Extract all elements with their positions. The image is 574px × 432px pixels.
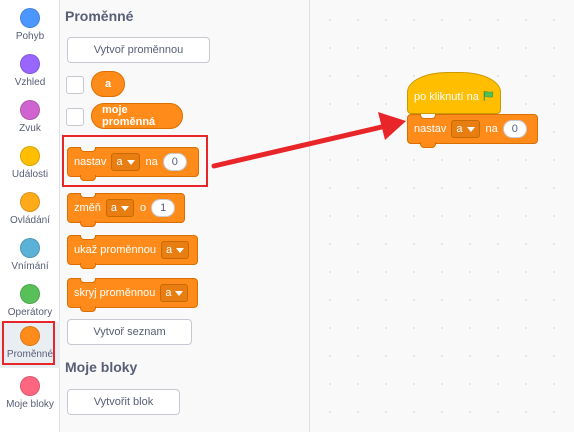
workspace-set-variable-block[interactable]: nastav a na 0 — [407, 114, 538, 148]
category-motion[interactable]: Pohyb — [0, 4, 60, 50]
category-label: Moje bloky — [6, 399, 54, 410]
category-sidebar: Pohyb Vzhled Zvuk Události Ovládání Vním… — [0, 0, 60, 432]
dropdown-value: a — [110, 202, 118, 214]
block-label: na — [485, 123, 498, 135]
block-label: o — [140, 202, 147, 214]
block-palette: Proměnné Vytvoř proměnnou a moje proměnn… — [60, 0, 310, 432]
create-block-button[interactable]: Vytvořit blok — [67, 389, 180, 415]
variable-a-checkbox[interactable] — [66, 76, 84, 94]
category-label: Události — [11, 169, 49, 180]
caret-down-icon — [175, 290, 184, 296]
variable-moje-checkbox[interactable] — [66, 108, 84, 126]
block-label: změň — [74, 202, 101, 214]
variable-moje-reporter[interactable]: moje proměnná — [91, 103, 183, 129]
set-block-highlight — [62, 135, 208, 187]
section-title-variables: Proměnné — [65, 8, 134, 24]
dropdown-value: a — [456, 123, 463, 135]
variable-a-reporter[interactable]: a — [91, 71, 125, 97]
block-label: nastav — [414, 123, 447, 135]
value-input[interactable]: 1 — [151, 199, 176, 217]
change-variable-block[interactable]: změň a o 1 — [67, 193, 185, 227]
green-flag-icon — [483, 91, 493, 101]
variable-dropdown[interactable]: a — [160, 241, 190, 259]
caret-down-icon — [121, 205, 130, 211]
operators-color-icon — [20, 284, 40, 304]
caret-down-icon — [176, 247, 185, 253]
block-label: po kliknutí na — [414, 91, 479, 103]
looks-color-icon — [20, 54, 40, 74]
category-looks[interactable]: Vzhled — [0, 50, 60, 96]
block-label: ukaž proměnnou — [74, 244, 156, 256]
variable-dropdown[interactable]: a — [105, 199, 135, 217]
my-blocks-color-icon — [20, 376, 40, 396]
category-label: Pohyb — [15, 31, 45, 42]
category-my-blocks[interactable]: Moje bloky — [0, 372, 60, 418]
dropdown-value: a — [165, 287, 172, 299]
code-workspace[interactable] — [310, 0, 574, 432]
hide-variable-block[interactable]: skryj proměnnou a — [67, 278, 198, 312]
drag-arrow — [211, 112, 406, 169]
when-flag-clicked-block[interactable]: po kliknutí na — [407, 72, 501, 114]
section-title-my-blocks: Moje bloky — [65, 359, 138, 375]
sound-color-icon — [20, 100, 40, 120]
control-color-icon — [20, 192, 40, 212]
category-label: Ovládání — [9, 215, 51, 226]
motion-color-icon — [20, 8, 40, 28]
create-variable-button[interactable]: Vytvoř proměnnou — [67, 37, 210, 63]
category-sensing[interactable]: Vnímání — [0, 234, 60, 280]
dropdown-value: a — [165, 244, 173, 256]
caret-down-icon — [466, 126, 475, 132]
category-operators[interactable]: Operátory — [0, 280, 60, 326]
category-label: Operátory — [7, 307, 53, 318]
create-list-button[interactable]: Vytvoř seznam — [67, 319, 192, 345]
value-input[interactable]: 0 — [502, 120, 527, 138]
show-variable-block[interactable]: ukaž proměnnou a — [67, 235, 198, 269]
category-label: Vnímání — [11, 261, 49, 272]
block-label: skryj proměnnou — [74, 287, 156, 299]
category-label: Vzhled — [14, 77, 46, 88]
variable-dropdown[interactable]: a — [451, 120, 480, 138]
sensing-color-icon — [20, 238, 40, 258]
category-control[interactable]: Ovládání — [0, 188, 60, 234]
variable-dropdown[interactable]: a — [160, 284, 189, 302]
category-events[interactable]: Události — [0, 142, 60, 188]
events-color-icon — [20, 146, 40, 166]
arrow-shaft — [211, 123, 389, 169]
category-sound[interactable]: Zvuk — [0, 96, 60, 142]
selected-category-highlight — [2, 321, 55, 365]
arrow-head-icon — [378, 112, 406, 140]
category-label: Zvuk — [19, 123, 41, 134]
